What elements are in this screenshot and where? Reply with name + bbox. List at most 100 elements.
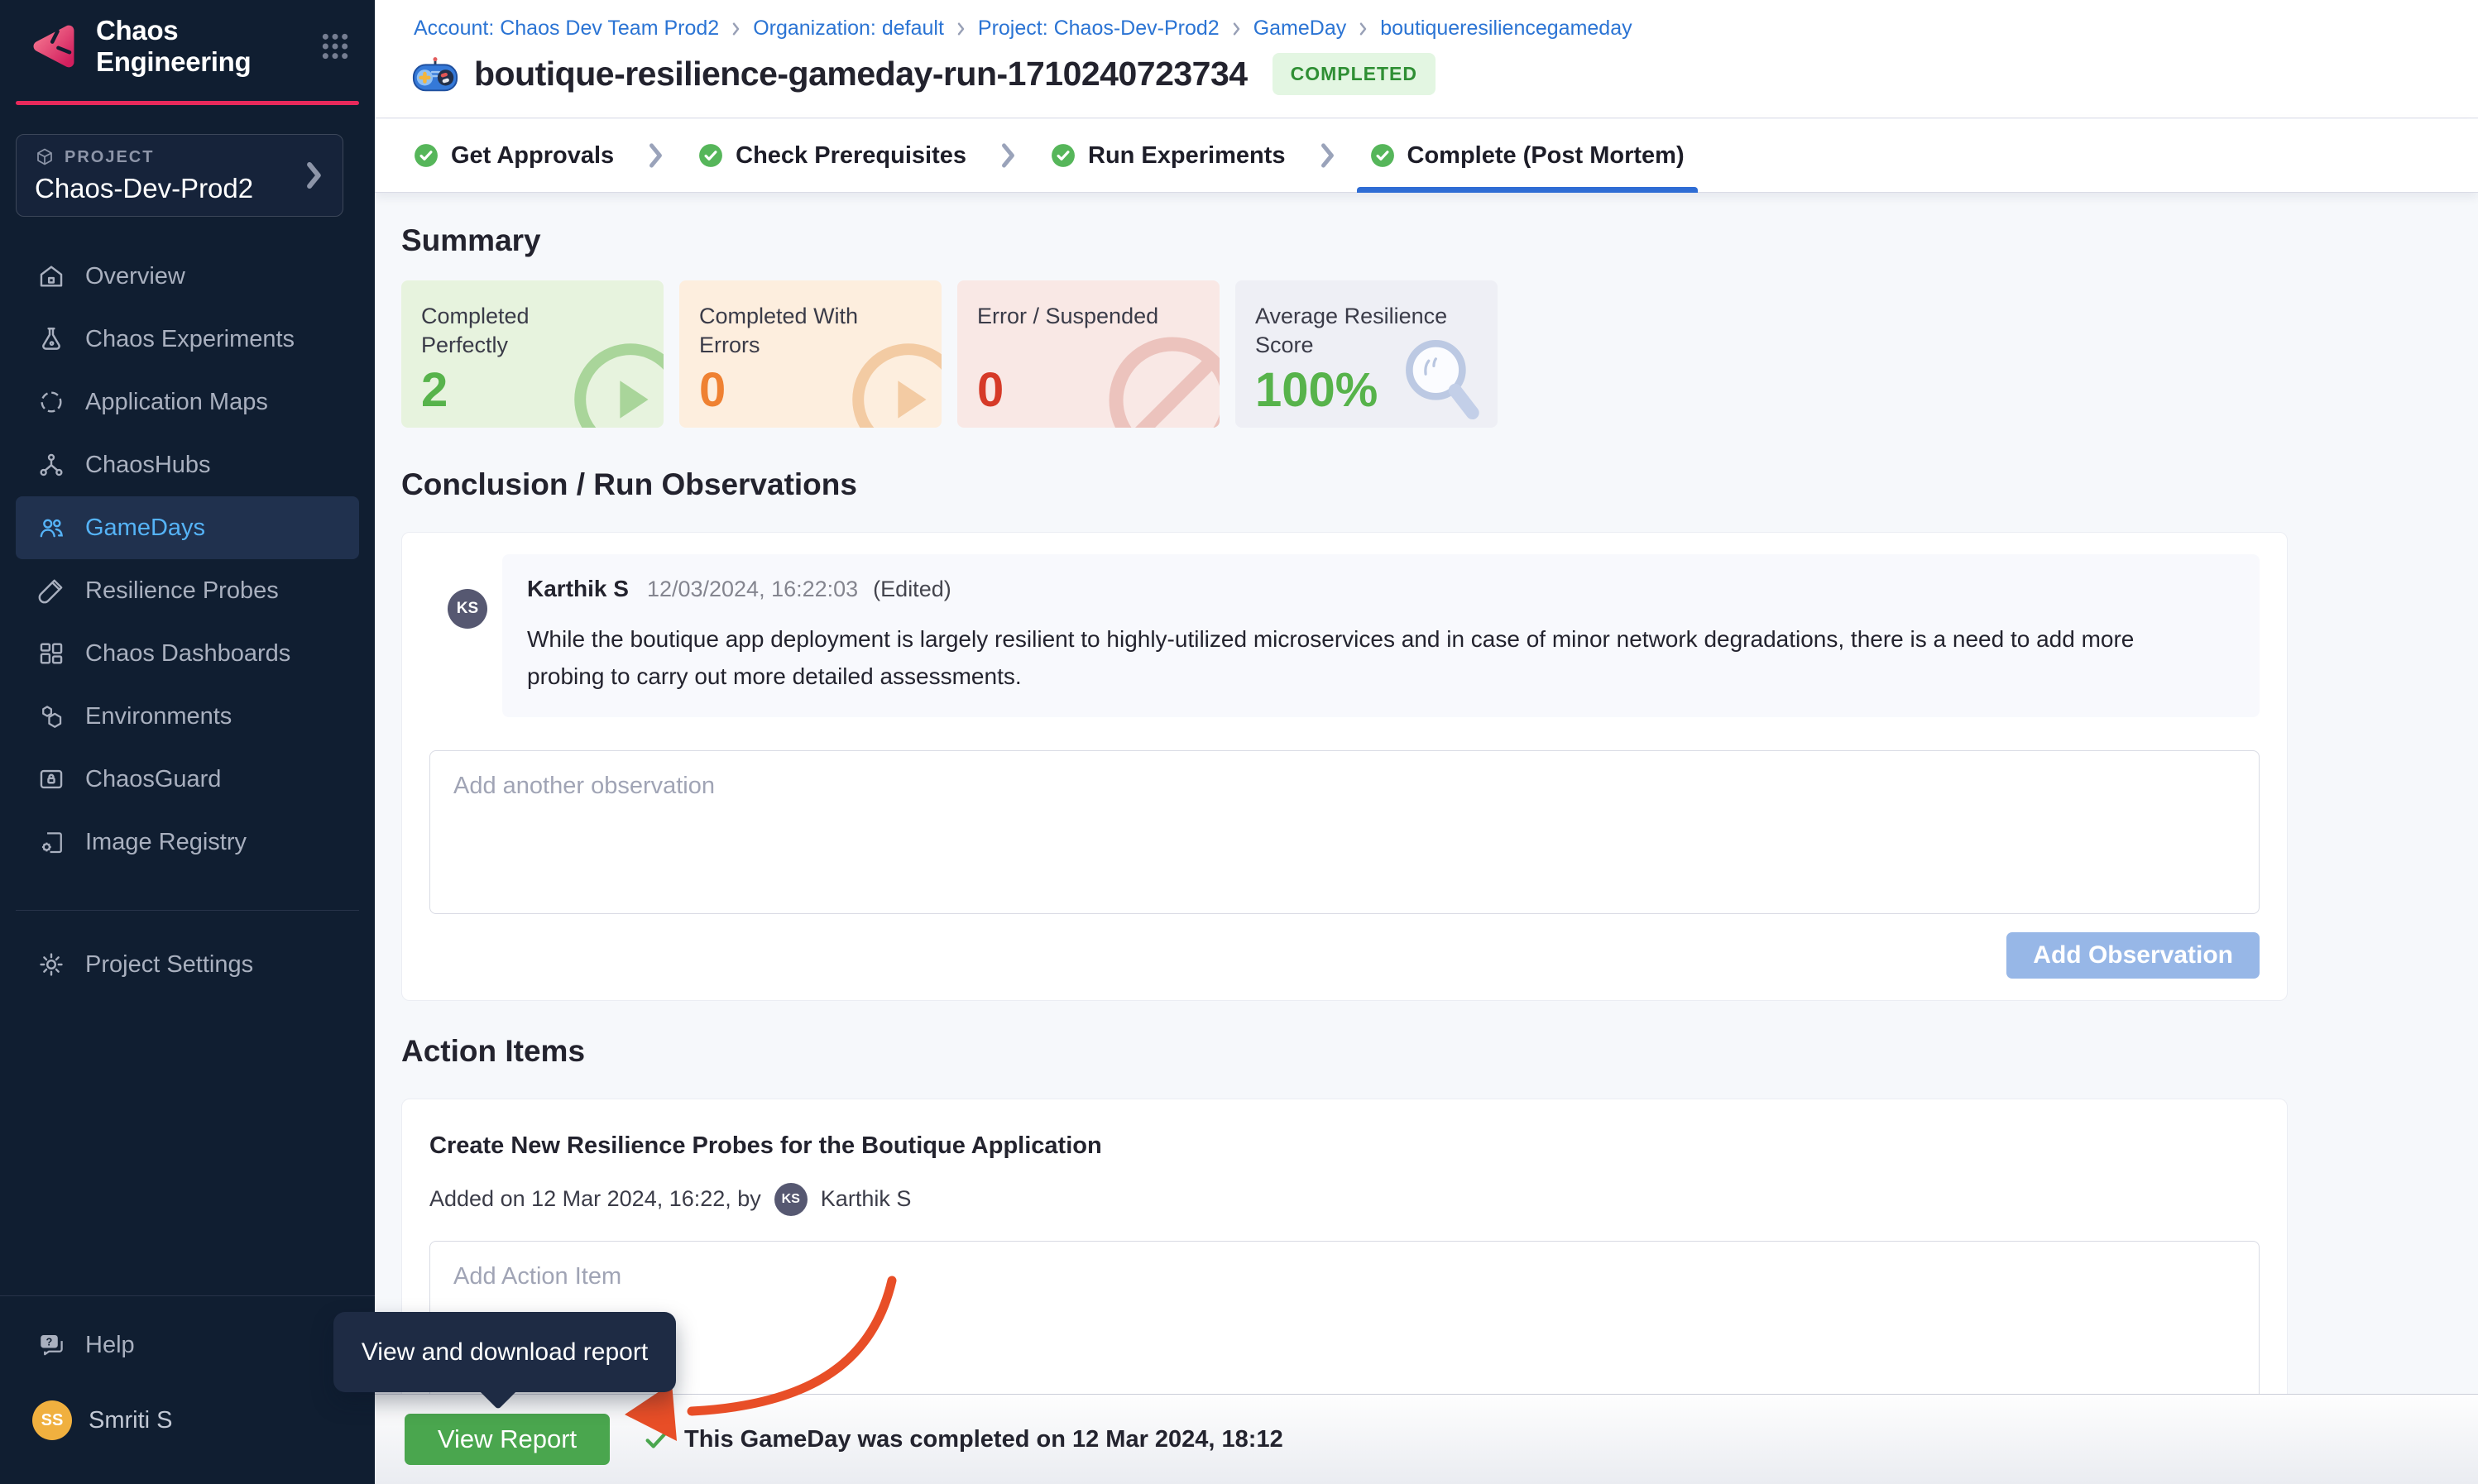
check-circle-icon [1051, 143, 1076, 168]
observations-panel: KS Karthik S 12/03/2024, 16:22:03 (Edite… [401, 532, 2288, 1001]
tab-check-prerequisites[interactable]: Check Prerequisites [698, 119, 966, 192]
network-nodes-icon [37, 451, 65, 479]
sidebar-item-label: ChaosGuard [85, 766, 221, 793]
breadcrumb: Account: Chaos Dev Team Prod2 Organizati… [414, 17, 1632, 41]
sidebar-item-label: Application Maps [85, 389, 268, 416]
sidebar-item-application-maps[interactable]: Application Maps [16, 371, 359, 433]
sidebar-item-label: Environments [85, 703, 232, 730]
card-completed-perfectly: Completed Perfectly 2 [401, 280, 664, 428]
comment-author: Karthik S [527, 576, 629, 602]
card-value: 0 [977, 362, 1004, 418]
app-title: Chaos Engineering [96, 15, 319, 78]
tab-label: Get Approvals [451, 142, 614, 170]
sidebar-item-label: Chaos Experiments [85, 326, 295, 353]
sidebar-item-chaoshubs[interactable]: ChaosHubs [16, 433, 359, 496]
help-button[interactable]: ? Help [16, 1318, 359, 1372]
project-label: PROJECT [65, 148, 154, 167]
sidebar-item-gamedays[interactable]: GameDays [16, 496, 359, 559]
test-tube-icon [37, 577, 65, 605]
sidebar-item-image-registry[interactable]: Image Registry [16, 811, 359, 874]
chaos-engineering-logo-icon [30, 22, 78, 70]
sidebar-item-label: Project Settings [85, 951, 253, 979]
avatar: SS [32, 1400, 72, 1440]
summary-cards: Completed Perfectly 2 Completed With Err… [401, 280, 2288, 428]
svg-text:?: ? [46, 1335, 53, 1348]
chevron-right-icon [1358, 21, 1368, 37]
observations-heading: Conclusion / Run Observations [401, 467, 2288, 502]
action-item-author: Karthik S [821, 1186, 912, 1212]
sidebar-item-label: ChaosHubs [85, 452, 211, 479]
breadcrumb-project[interactable]: Project: Chaos-Dev-Prod2 [978, 17, 1220, 41]
comment-edited-flag: (Edited) [873, 577, 951, 602]
tab-complete-post-mortem[interactable]: Complete (Post Mortem) [1370, 119, 1685, 192]
registry-gear-box-icon [37, 828, 65, 856]
user-name: Smriti S [89, 1407, 173, 1434]
chevron-right-icon [731, 21, 741, 37]
action-items-heading: Action Items [401, 1034, 2288, 1069]
tab-get-approvals[interactable]: Get Approvals [414, 119, 614, 192]
breadcrumb-gameday[interactable]: GameDay [1253, 17, 1347, 41]
sidebar-item-chaosguard[interactable]: ChaosGuard [16, 748, 359, 811]
sidebar-item-chaos-dashboards[interactable]: Chaos Dashboards [16, 622, 359, 685]
project-cube-icon [35, 147, 55, 167]
breadcrumb-account[interactable]: Account: Chaos Dev Team Prod2 [414, 17, 719, 41]
breadcrumb-gameday-name[interactable]: boutiqueresiliencegameday [1380, 17, 1632, 41]
flask-icon [37, 325, 65, 353]
project-selector[interactable]: PROJECT Chaos-Dev-Prod2 [16, 134, 343, 217]
action-items-panel: Create New Resilience Probes for the Bou… [401, 1099, 2288, 1394]
sidebar-item-resilience-probes[interactable]: Resilience Probes [16, 559, 359, 622]
sidebar-item-overview[interactable]: Overview [16, 245, 359, 308]
view-report-button[interactable]: View Report [405, 1414, 610, 1465]
summary-heading: Summary [401, 194, 2288, 258]
completion-status: This GameDay was completed on 12 Mar 202… [643, 1425, 1283, 1453]
sidebar-item-environments[interactable]: Environments [16, 685, 359, 748]
page-title: boutique-resilience-gameday-run-17102407… [474, 55, 1248, 93]
sidebar-item-chaos-experiments[interactable]: Chaos Experiments [16, 308, 359, 371]
sidebar-item-label: GameDays [85, 515, 205, 542]
chevron-right-icon [304, 160, 324, 191]
tab-label: Run Experiments [1088, 142, 1286, 170]
gamepad-icon [411, 55, 459, 94]
user-menu[interactable]: SS Smriti S [16, 1394, 359, 1447]
card-value: 0 [699, 362, 726, 418]
check-circle-icon [414, 143, 439, 168]
chevron-right-icon [956, 21, 966, 37]
sidebar-menu: Overview Chaos Experiments Application M… [16, 245, 359, 874]
add-observation-button[interactable]: Add Observation [2006, 932, 2260, 979]
sidebar-item-label: Image Registry [85, 829, 247, 856]
card-average-resilience-score: Average Resilience Score 100% [1235, 280, 1498, 428]
tooltip-text: View and download report [362, 1338, 648, 1367]
avatar: KS [448, 589, 487, 629]
card-error-suspended: Error / Suspended 0 [957, 280, 1220, 428]
card-label: Average Resilience Score [1255, 302, 1454, 360]
chevron-right-icon [1231, 21, 1242, 37]
chevron-right-icon [1319, 141, 1337, 170]
home-icon [37, 262, 65, 290]
hexagons-icon [37, 702, 65, 730]
app-grid-icon[interactable] [319, 30, 352, 63]
avatar: KS [774, 1183, 808, 1216]
breadcrumb-organization[interactable]: Organization: default [753, 17, 944, 41]
chevron-right-icon [647, 141, 665, 170]
comment-timestamp: 12/03/2024, 16:22:03 [647, 577, 858, 602]
chevron-right-icon [999, 141, 1018, 170]
card-label: Completed With Errors [699, 302, 898, 360]
card-label: Error / Suspended [977, 302, 1176, 331]
ban-circle-icon [1102, 330, 1220, 428]
help-label: Help [85, 1332, 135, 1359]
dashed-circle-icon [37, 388, 65, 416]
project-name: Chaos-Dev-Prod2 [35, 173, 324, 204]
added-on-text: Added on 12 Mar 2024, 16:22, by [429, 1186, 761, 1212]
add-observation-input[interactable] [429, 750, 2260, 914]
card-value: 2 [421, 362, 448, 418]
check-icon [643, 1425, 671, 1453]
lock-card-icon [37, 765, 65, 793]
sidebar-item-project-settings[interactable]: Project Settings [16, 933, 359, 996]
tab-run-experiments[interactable]: Run Experiments [1051, 119, 1286, 192]
card-value: 100% [1255, 362, 1378, 418]
title-row: boutique-resilience-gameday-run-17102407… [411, 53, 1436, 95]
add-action-item-input[interactable] [429, 1241, 2260, 1394]
comment-body: While the boutique app deployment is lar… [527, 620, 2215, 696]
tab-label: Complete (Post Mortem) [1407, 142, 1685, 170]
sidebar-item-label: Chaos Dashboards [85, 640, 290, 668]
